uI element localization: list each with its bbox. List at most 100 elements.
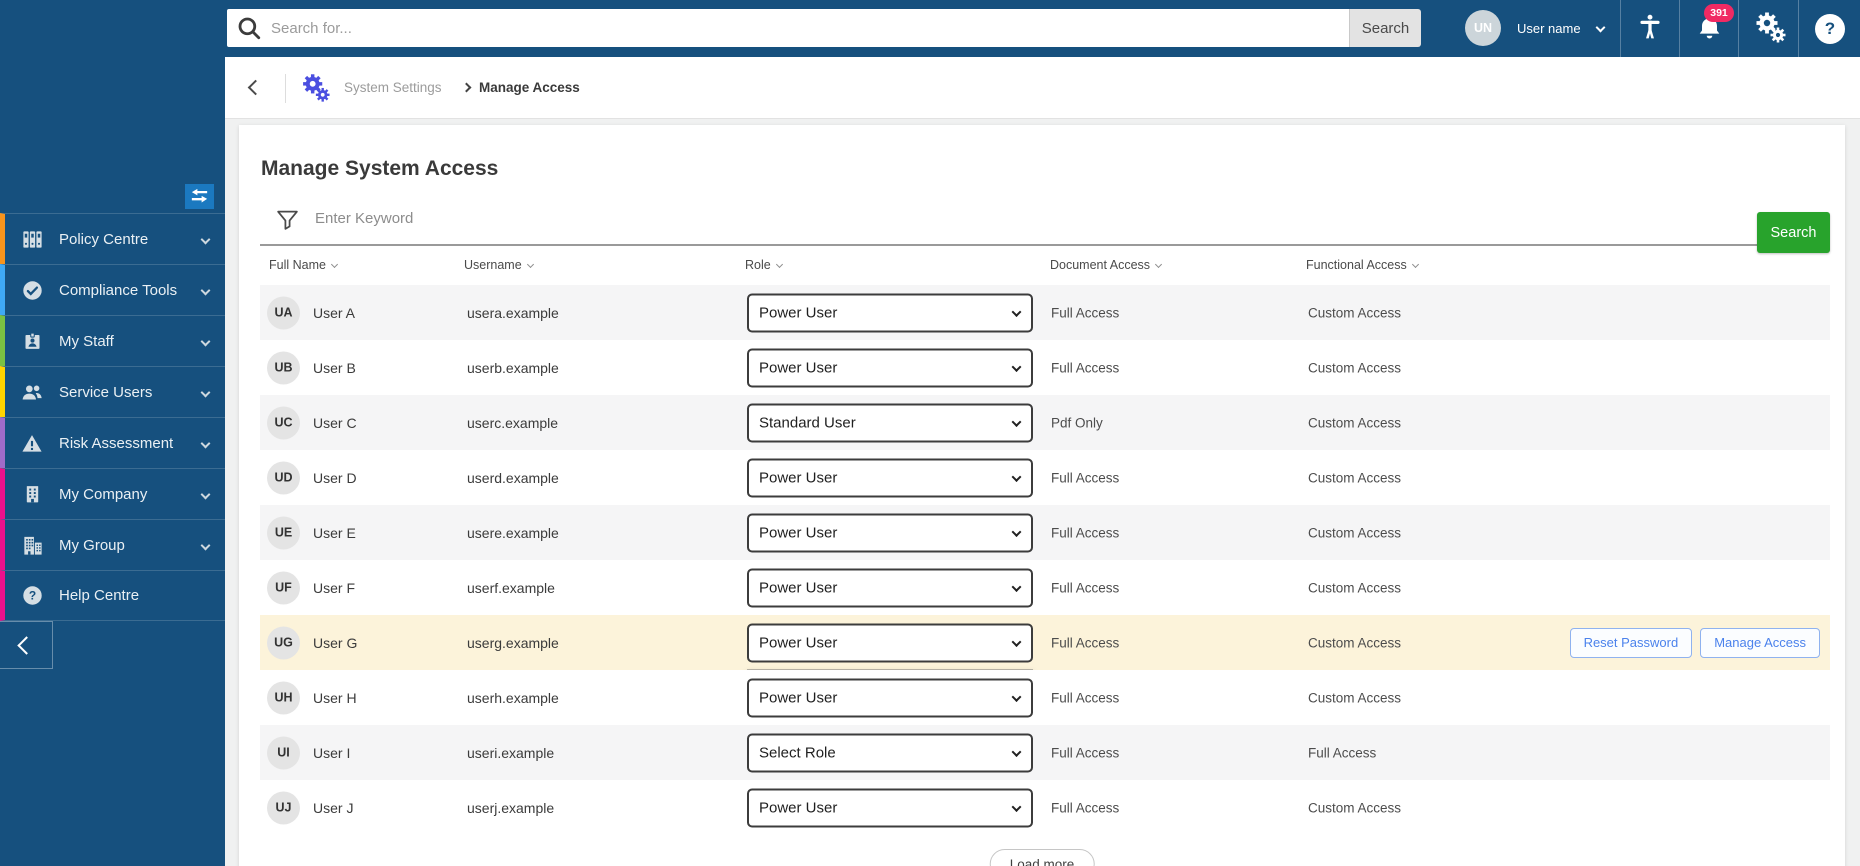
sidebar-item-my-staff[interactable]: My Staff [0,315,225,366]
role-select-wrapper: Select RolePower UserStandard User [747,348,1033,387]
accessibility-button[interactable] [1633,0,1667,57]
sort-icon [330,260,339,269]
binders-icon [19,228,45,251]
question-circle-icon: ? [19,584,45,607]
role-select[interactable]: Select RolePower UserStandard User [747,623,1033,662]
document-access-cell: Full Access [1051,745,1120,760]
role-select[interactable]: Select RolePower UserStandard User [747,733,1033,772]
document-access-cell: Pdf Only [1051,415,1103,430]
breadcrumb-section[interactable]: System Settings [344,57,442,119]
global-search-input[interactable] [227,9,1349,47]
role-select[interactable]: Select RolePower UserStandard User [747,293,1033,332]
functional-access-cell: Full Access [1308,745,1377,760]
divider [1620,0,1621,57]
role-select-wrapper: Select RolePower UserStandard User [747,678,1033,717]
global-search: Search [227,9,1421,47]
role-select[interactable]: Select RolePower UserStandard User [747,403,1033,442]
role-select[interactable]: Select RolePower UserStandard User [747,788,1033,827]
role-select-wrapper: Select RolePower UserStandard User Selec… [747,623,1033,731]
full-name-cell: User A [313,304,356,321]
breadcrumb: System Settings Manage Access [225,57,1860,119]
column-header-username[interactable]: Username [464,258,534,272]
full-name-cell: User F [313,579,355,596]
full-name-cell: User J [313,799,354,816]
back-button[interactable] [247,79,264,96]
load-more-button[interactable]: Load more [989,849,1095,866]
username-cell: useri.example [467,744,555,761]
reset-password-button[interactable]: Reset Password [1569,627,1693,658]
filter-underline [260,244,1830,246]
row-avatar: UG [267,626,300,659]
role-select[interactable]: Select RolePower UserStandard User [747,678,1033,717]
sidebar-item-service-users[interactable]: Service Users [0,366,225,417]
sidebar-back-button[interactable] [0,621,53,669]
full-name-cell: User D [313,469,357,486]
user-name[interactable]: User name [1517,0,1581,57]
keyword-filter-input[interactable] [315,210,935,227]
manage-access-button[interactable]: Manage Access [1700,627,1820,658]
system-settings-gears-icon [299,72,330,108]
table-row: UA User A usera.example Select RolePower… [260,285,1830,340]
full-name-cell: User B [313,359,356,376]
sidebar-item-my-group[interactable]: My Group [0,519,225,570]
column-header-role[interactable]: Role [745,258,783,272]
avatar[interactable]: UN [1465,10,1501,46]
username-cell: userf.example [467,579,555,596]
full-name-cell: User C [313,414,357,431]
help-button[interactable]: ? [1814,0,1846,57]
functional-access-cell: Custom Access [1308,690,1402,705]
page-title: Manage System Access [261,157,499,180]
sidebar-item-policy-centre[interactable]: Policy Centre [0,213,225,264]
column-header-document-access[interactable]: Document Access [1050,258,1163,272]
table-row: UD User D userd.example Select RolePower… [260,450,1830,505]
row-avatar: UD [267,461,300,494]
chevron-down-icon [200,387,211,397]
sidebar-collapse-button[interactable] [185,184,214,209]
sidebar-item-help-centre[interactable]: ? Help Centre [0,570,225,621]
username-cell: userg.example [467,634,559,651]
sidebar-item-risk-assessment[interactable]: Risk Assessment [0,417,225,468]
role-select[interactable]: Select RolePower UserStandard User [747,348,1033,387]
functional-access-cell: Custom Access [1308,800,1402,815]
document-access-cell: Full Access [1051,580,1120,595]
chevron-down-icon [200,336,211,346]
role-select[interactable]: Select RolePower UserStandard User [747,458,1033,497]
full-name-cell: User H [313,689,357,706]
sidebar-item-label: Compliance Tools [59,281,178,299]
sidebar-item-label: Help Centre [59,587,140,604]
row-avatar: UI [267,736,300,769]
table-row: UB User B userb.example Select RolePower… [260,340,1830,395]
full-name-cell: User G [313,634,358,651]
chevron-down-icon[interactable] [1595,22,1606,33]
sidebar-item-compliance-tools[interactable]: Compliance Tools [0,264,225,315]
document-access-cell: Full Access [1051,360,1120,375]
role-select-wrapper: Select RolePower UserStandard User [747,403,1033,442]
document-access-cell: Full Access [1051,690,1120,705]
username-cell: userb.example [467,359,559,376]
buildings-icon [19,534,45,557]
divider [1738,0,1739,57]
column-header-full-name[interactable]: Full Name [269,258,339,272]
sidebar-item-my-company[interactable]: My Company [0,468,225,519]
functional-access-cell: Custom Access [1308,635,1402,650]
collapse-arrows-icon [189,187,210,207]
role-select-wrapper: Select RolePower UserStandard User [747,513,1033,552]
warning-triangle-icon [19,432,45,455]
functional-access-cell: Custom Access [1308,580,1402,595]
chevron-down-icon [200,438,211,448]
global-search-button[interactable]: Search [1349,9,1421,47]
sidebar-item-label: My Group [59,536,125,554]
sort-icon [1411,260,1419,269]
sidebar: Policy Centre Compliance Tools My Staff … [0,0,225,866]
role-select[interactable]: Select RolePower UserStandard User [747,568,1033,607]
role-select[interactable]: Select RolePower UserStandard User [747,513,1033,552]
full-name-cell: User E [313,524,356,541]
column-header-functional-access[interactable]: Functional Access [1306,258,1419,272]
filter-search-button[interactable]: Search [1757,212,1830,253]
settings-button[interactable] [1751,0,1787,57]
document-access-cell: Full Access [1051,635,1120,650]
help-icon: ? [1815,13,1845,44]
row-actions: Reset Password Manage Access [1569,627,1820,658]
search-icon [236,15,262,46]
row-avatar: UA [267,296,300,329]
